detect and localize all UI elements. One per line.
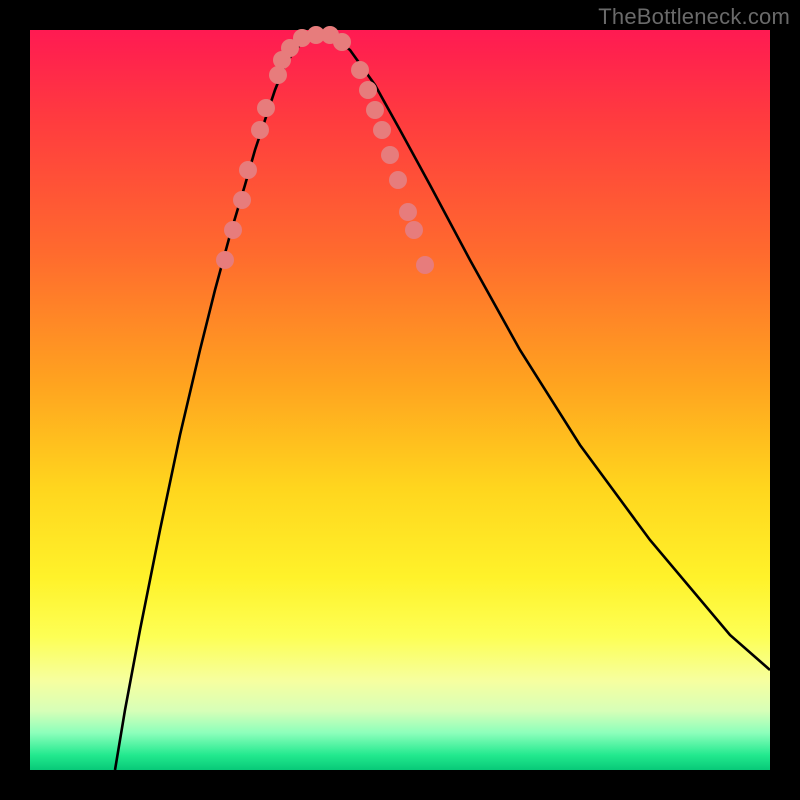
chart-svg xyxy=(30,30,770,770)
marker-point xyxy=(233,191,251,209)
marker-point xyxy=(399,203,417,221)
marker-point xyxy=(257,99,275,117)
marker-point xyxy=(224,221,242,239)
marker-point xyxy=(239,161,257,179)
marker-point xyxy=(405,221,423,239)
watermark-text: TheBottleneck.com xyxy=(598,4,790,30)
marker-point xyxy=(333,33,351,51)
marker-point xyxy=(389,171,407,189)
marker-point xyxy=(251,121,269,139)
plot-area xyxy=(30,30,770,770)
highlighted-points-group xyxy=(216,26,434,274)
bottleneck-curve xyxy=(115,35,770,770)
marker-point xyxy=(373,121,391,139)
marker-point xyxy=(216,251,234,269)
chart-frame: TheBottleneck.com xyxy=(0,0,800,800)
marker-point xyxy=(366,101,384,119)
marker-point xyxy=(351,61,369,79)
marker-point xyxy=(381,146,399,164)
marker-point xyxy=(416,256,434,274)
marker-point xyxy=(359,81,377,99)
